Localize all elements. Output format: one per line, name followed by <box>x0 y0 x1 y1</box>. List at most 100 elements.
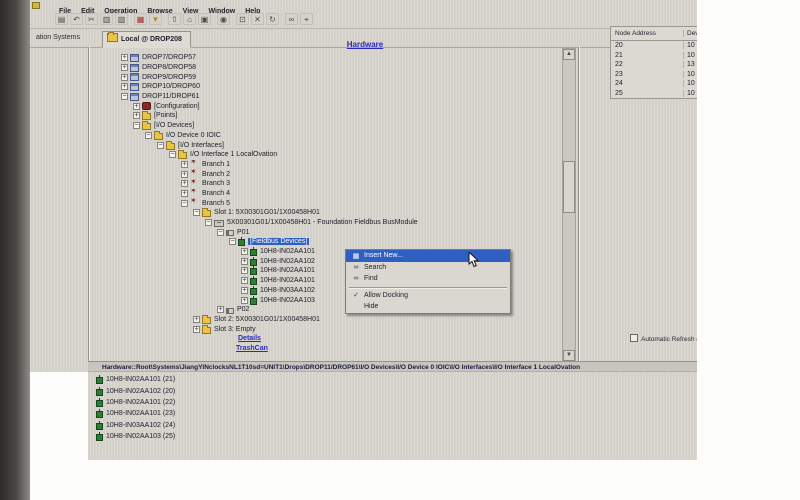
expand-toggle[interactable]: − <box>121 93 128 100</box>
tree-node[interactable]: +Slot 2: 5X00301G01/1X00458H01 <box>88 315 578 325</box>
expand-toggle[interactable]: + <box>181 180 188 187</box>
expand-toggle[interactable]: + <box>121 83 128 90</box>
expand-toggle[interactable]: − <box>205 219 212 226</box>
tree-node[interactable]: +DROP7/DROP57 <box>88 53 578 63</box>
list-item[interactable]: 10H8-IN02AA101 (22) <box>88 397 697 408</box>
scroll-down-icon[interactable]: ▼ <box>563 350 575 361</box>
scrollbar-thumb[interactable] <box>563 161 575 213</box>
tree-node[interactable]: +Branch 2 <box>88 169 578 179</box>
tree-node-label: DROP11/DROP61 <box>142 93 199 100</box>
tree-node[interactable]: + Slot 3: Empty <box>88 324 578 334</box>
copy-button[interactable]: ▥ <box>100 13 113 25</box>
tree-node[interactable]: +[Points] <box>88 111 578 121</box>
trashcan-link[interactable]: TrashCan <box>88 344 578 354</box>
systems-pane-label[interactable]: ation Systems <box>36 34 80 41</box>
delete-button[interactable]: ✕ <box>251 13 264 25</box>
color-grid-button[interactable]: ▦ <box>134 13 147 25</box>
bottom-panel-header[interactable]: Hardware::Root\Systems\JiangYINclocksNL1… <box>88 361 697 372</box>
clipboard-button[interactable]: ▣ <box>198 13 211 25</box>
folder-open-button[interactable]: ⌂ <box>183 13 196 25</box>
expand-toggle[interactable]: − <box>145 132 152 139</box>
expand-toggle[interactable]: + <box>241 297 248 304</box>
expand-toggle[interactable]: + <box>241 287 248 294</box>
expand-toggle[interactable]: − <box>229 238 236 245</box>
undo-button[interactable]: ↶ <box>70 13 83 25</box>
expand-toggle[interactable]: + <box>193 316 200 323</box>
menu-item-allow-docking[interactable]: ✓Allow Docking <box>346 290 510 302</box>
expand-toggle[interactable]: + <box>241 258 248 265</box>
tree-node[interactable]: −[Fieldbus Devices] <box>88 237 578 247</box>
list-item[interactable]: 10H8-IN02AA103 (25) <box>88 431 697 442</box>
tree-node[interactable]: +DROP8/DROP58 <box>88 63 578 73</box>
expand-toggle[interactable]: − <box>157 142 164 149</box>
expand-toggle[interactable]: + <box>193 326 200 333</box>
table-row[interactable]: 2510 <box>611 89 697 99</box>
menu-item-find[interactable]: ∞Find <box>346 273 510 285</box>
expand-toggle[interactable]: + <box>121 74 128 81</box>
tree-node[interactable]: +DROP10/DROP60 <box>88 82 578 92</box>
tree-node[interactable]: −I/O Device 0 IOIC <box>88 131 578 141</box>
expand-toggle[interactable]: − <box>193 209 200 216</box>
tree-node[interactable]: +Branch 1 <box>88 160 578 170</box>
tree-scrollbar[interactable]: ▲ ▼ <box>562 48 576 362</box>
tree-node[interactable]: +DROP9/DROP59 <box>88 72 578 82</box>
menu-item-insert-new[interactable]: ▦Insert New... <box>346 250 510 262</box>
tree-node[interactable]: −Branch 5 <box>88 198 578 208</box>
tree-node[interactable]: +[Configuration] <box>88 101 578 111</box>
scroll-up-icon[interactable]: ▲ <box>563 49 575 60</box>
table-row[interactable]: 2310 <box>611 70 697 80</box>
menu-item-hide[interactable]: Hide <box>346 301 510 313</box>
tree-node-label: P01 <box>237 229 249 236</box>
folder-up-button[interactable]: ⇧ <box>168 13 181 25</box>
expand-toggle[interactable]: + <box>121 64 128 71</box>
flashlight-button[interactable]: ⌖ <box>300 13 313 25</box>
menu-item-search[interactable]: ∞Search <box>346 262 510 274</box>
refresh-button[interactable]: ↻ <box>266 13 279 25</box>
cut-button[interactable]: ✂ <box>85 13 98 25</box>
expand-toggle[interactable]: − <box>181 200 188 207</box>
tree-node[interactable]: −[I/O Devices] <box>88 121 578 131</box>
table-row[interactable]: 2010 <box>611 41 697 51</box>
select-button[interactable]: ⊡ <box>236 13 249 25</box>
tree-node[interactable]: +Branch 4 <box>88 189 578 199</box>
tree-node[interactable]: − P01 <box>88 227 578 237</box>
list-item[interactable]: 10H8-IN03AA102 (24) <box>88 420 697 431</box>
expand-toggle[interactable]: + <box>241 248 248 255</box>
device-cell: 10 <box>684 42 697 49</box>
table-row[interactable]: 2110 <box>611 51 697 61</box>
expand-toggle[interactable]: + <box>181 171 188 178</box>
print-button[interactable]: ▤ <box>55 13 68 25</box>
tree-node[interactable]: −[I/O Interfaces] <box>88 140 578 150</box>
expand-toggle[interactable]: + <box>241 267 248 274</box>
node-address-header: Node Address <box>611 30 684 37</box>
tree-node-label: Slot 3: Empty <box>214 326 256 333</box>
expand-toggle[interactable]: − <box>169 151 176 158</box>
expand-toggle[interactable]: − <box>217 229 224 236</box>
tree-node[interactable]: − DROP11/DROP61 <box>88 92 578 102</box>
tree-node[interactable]: −5X00301G01/1X00458H01 - Foundation Fiel… <box>88 218 578 228</box>
expand-toggle[interactable]: + <box>217 306 224 313</box>
expand-toggle[interactable]: − <box>133 122 140 129</box>
tree-node[interactable]: −I/O Interface 1 LocalOvation <box>88 150 578 160</box>
tree-node[interactable]: −Slot 1: 5X00301G01/1X00458H01 <box>88 208 578 218</box>
binoculars-button[interactable]: ∞ <box>285 13 298 25</box>
tab-local-drop[interactable]: Local @ DROP208 <box>102 31 191 48</box>
expand-toggle[interactable]: + <box>181 190 188 197</box>
monitor-bezel <box>0 0 30 500</box>
tree-node[interactable]: +Branch 3 <box>88 179 578 189</box>
table-row[interactable]: 2213 <box>611 60 697 70</box>
expand-toggle[interactable]: + <box>121 54 128 61</box>
list-item[interactable]: 10H8-IN02AA102 (20) <box>88 385 697 396</box>
expand-toggle[interactable]: + <box>133 112 140 119</box>
camera-button[interactable]: ◉ <box>217 13 230 25</box>
table-row[interactable]: 2410 <box>611 79 697 89</box>
list-item[interactable]: 10H8-IN02AA101 (23) <box>88 408 697 419</box>
auto-refresh-checkbox[interactable] <box>630 334 638 342</box>
list-item[interactable]: 10H8-IN02AA101 (21) <box>88 374 697 385</box>
paste-button[interactable]: ▧ <box>115 13 128 25</box>
filter-funnel-button[interactable]: ▼ <box>149 13 162 25</box>
expand-toggle[interactable]: + <box>181 161 188 168</box>
expand-toggle[interactable]: + <box>241 277 248 284</box>
expand-toggle[interactable]: + <box>133 103 140 110</box>
details-link[interactable]: Details <box>88 334 578 344</box>
